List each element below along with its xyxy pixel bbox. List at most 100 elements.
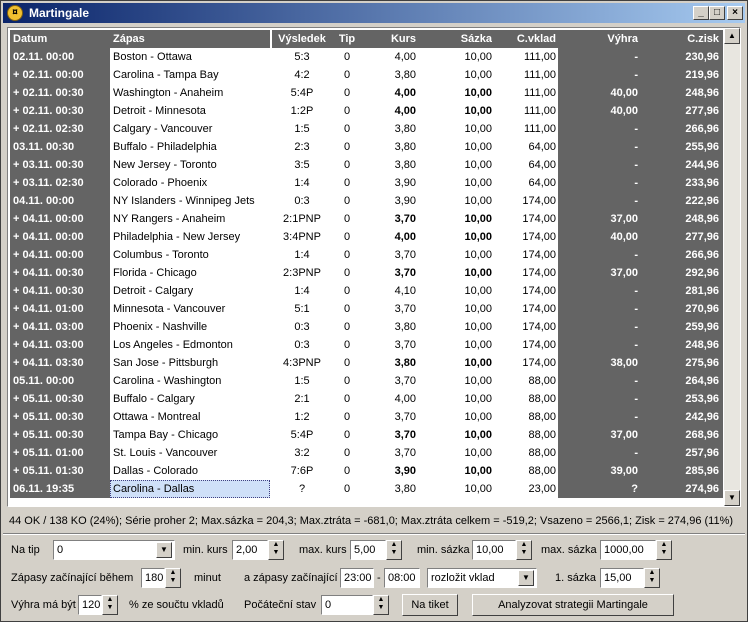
table-row[interactable]: + 03.11. 00:30 New Jersey - Toronto 3:5 0 3,… [10, 156, 723, 174]
table-row[interactable]: + 05.11. 00:30 Buffalo - Calgary 2:1 0 4,00 1… [10, 390, 723, 408]
table-row[interactable]: + 04.11. 03:00 Phoenix - Nashville 0:3 0 3,8… [10, 318, 723, 336]
cell-datum[interactable]: 04.11. 00:00 [10, 192, 110, 210]
table-row[interactable]: + 02.11. 02:30 Calgary - Vancouver 1:5 0 3,8… [10, 120, 723, 138]
cell-tip[interactable]: 0 [332, 372, 362, 390]
cell-zapas[interactable]: Ottawa - Montreal [110, 408, 270, 426]
cell-vyhra[interactable]: 39,00 [558, 462, 640, 480]
table-row[interactable]: + 05.11. 01:30 Dallas - Colorado 7:6P 0 3,90… [10, 462, 723, 480]
cell-cvklad[interactable]: 174,00 [492, 336, 558, 354]
cell-vyhra[interactable]: - [558, 138, 640, 156]
cell-vyhra[interactable]: - [558, 372, 640, 390]
cell-datum[interactable]: + 05.11. 01:30 [10, 462, 110, 480]
cell-zapas[interactable]: Colorado - Phoenix [110, 174, 270, 192]
cell-kurs[interactable]: 3,90 [362, 462, 416, 480]
cell-sazka[interactable]: 10,00 [416, 336, 492, 354]
cell-czisk[interactable]: 268,96 [640, 426, 723, 444]
cell-tip[interactable]: 0 [332, 210, 362, 228]
cell-tip[interactable]: 0 [332, 66, 362, 84]
cell-czisk[interactable]: 255,96 [640, 138, 723, 156]
cell-czisk[interactable]: 242,96 [640, 408, 723, 426]
cell-sazka[interactable]: 10,00 [416, 138, 492, 156]
cell-vysledek[interactable]: 4:3PNP [272, 354, 332, 372]
cell-tip[interactable]: 0 [332, 48, 362, 66]
cell-vysledek[interactable]: 1:2 [272, 408, 332, 426]
table-row[interactable]: + 04.11. 00:00 Columbus - Toronto 1:4 0 3,70… [10, 246, 723, 264]
cell-vyhra[interactable]: - [558, 48, 640, 66]
cell-czisk[interactable]: 285,96 [640, 462, 723, 480]
cell-datum[interactable]: + 05.11. 01:00 [10, 444, 110, 462]
cell-zapas[interactable]: NY Rangers - Anaheim [110, 210, 270, 228]
cell-sazka[interactable]: 10,00 [416, 444, 492, 462]
cell-kurs[interactable]: 3,80 [362, 318, 416, 336]
cell-sazka[interactable]: 10,00 [416, 390, 492, 408]
cell-cvklad[interactable]: 88,00 [492, 390, 558, 408]
cell-czisk[interactable]: 248,96 [640, 336, 723, 354]
cell-czisk[interactable]: 244,96 [640, 156, 723, 174]
cell-czisk[interactable]: 222,96 [640, 192, 723, 210]
cell-zapas[interactable]: Tampa Bay - Chicago [110, 426, 270, 444]
cell-tip[interactable]: 0 [332, 264, 362, 282]
cell-datum[interactable]: + 04.11. 03:00 [10, 336, 110, 354]
header-tip[interactable]: Tip [332, 30, 362, 48]
table-row[interactable]: + 02.11. 00:30 Detroit - Minnesota 1:2P 0 4,… [10, 102, 723, 120]
cell-tip[interactable]: 0 [332, 138, 362, 156]
cell-vysledek[interactable]: 0:3 [272, 192, 332, 210]
cell-czisk[interactable]: 266,96 [640, 246, 723, 264]
pocatecni-spinner-icon[interactable]: ▲ ▼ [373, 595, 389, 615]
chevron-down-icon[interactable]: ▼ [518, 570, 534, 586]
vertical-scrollbar[interactable]: ▲ ▼ [724, 28, 740, 506]
cell-kurs[interactable]: 4,00 [362, 390, 416, 408]
cell-zapas[interactable]: Detroit - Minnesota [110, 102, 270, 120]
cell-vyhra[interactable]: 40,00 [558, 228, 640, 246]
cell-cvklad[interactable]: 111,00 [492, 84, 558, 102]
cell-zapas[interactable]: Dallas - Colorado [110, 462, 270, 480]
cell-czisk[interactable]: 219,96 [640, 66, 723, 84]
cell-tip[interactable]: 0 [332, 426, 362, 444]
cell-datum[interactable]: + 02.11. 00:30 [10, 84, 110, 102]
table-row[interactable]: + 04.11. 03:00 Los Angeles - Edmonton 0:3 0… [10, 336, 723, 354]
table-row[interactable]: + 02.11. 00:30 Washington - Anaheim 5:4P 0 4… [10, 84, 723, 102]
cell-kurs[interactable]: 3,70 [362, 246, 416, 264]
cell-czisk[interactable]: 233,96 [640, 174, 723, 192]
maximize-button[interactable]: □ [709, 6, 725, 20]
cell-vysledek[interactable]: 2:1PNP [272, 210, 332, 228]
cell-czisk[interactable]: 277,96 [640, 102, 723, 120]
cell-zapas[interactable]: Los Angeles - Edmonton [110, 336, 270, 354]
cell-czisk[interactable]: 274,96 [640, 480, 723, 498]
cell-zapas[interactable]: Detroit - Calgary [110, 282, 270, 300]
cell-sazka[interactable]: 10,00 [416, 156, 492, 174]
cell-sazka[interactable]: 10,00 [416, 282, 492, 300]
min-sazka-spinner-icon[interactable]: ▲ ▼ [516, 540, 532, 560]
cell-kurs[interactable]: 4,00 [362, 48, 416, 66]
table-row[interactable]: + 04.11. 00:30 Florida - Chicago 2:3PNP 0 3,… [10, 264, 723, 282]
cell-vyhra[interactable]: - [558, 246, 640, 264]
cell-cvklad[interactable]: 111,00 [492, 66, 558, 84]
cell-zapas[interactable]: Carolina - Tampa Bay [110, 66, 270, 84]
cell-vyhra[interactable]: 40,00 [558, 102, 640, 120]
cell-datum[interactable]: + 04.11. 01:00 [10, 300, 110, 318]
cell-sazka[interactable]: 10,00 [416, 66, 492, 84]
cell-kurs[interactable]: 3,90 [362, 192, 416, 210]
table-row[interactable]: + 03.11. 02:30 Colorado - Phoenix 1:4 0 3,90… [10, 174, 723, 192]
max-sazka-input[interactable]: 1000,00 [600, 540, 656, 560]
cell-vyhra[interactable]: - [558, 318, 640, 336]
cell-tip[interactable]: 0 [332, 318, 362, 336]
cell-kurs[interactable]: 4,00 [362, 102, 416, 120]
cell-tip[interactable]: 0 [332, 282, 362, 300]
cell-czisk[interactable]: 248,96 [640, 84, 723, 102]
min-sazka-input[interactable]: 10,00 [472, 540, 516, 560]
cell-zapas[interactable]: NY Islanders - Winnipeg Jets [110, 192, 270, 210]
table-row[interactable]: 03.11. 00:30 Buffalo - Philadelphia 2:3 0 3,… [10, 138, 723, 156]
cell-datum[interactable]: 06.11. 19:35 [10, 480, 110, 498]
cell-zapas[interactable]: Buffalo - Calgary [110, 390, 270, 408]
cell-zapas[interactable]: Florida - Chicago [110, 264, 270, 282]
cell-czisk[interactable]: 275,96 [640, 354, 723, 372]
cell-tip[interactable]: 0 [332, 390, 362, 408]
cell-tip[interactable]: 0 [332, 246, 362, 264]
cell-tip[interactable]: 0 [332, 300, 362, 318]
cell-czisk[interactable]: 292,96 [640, 264, 723, 282]
cell-cvklad[interactable]: 174,00 [492, 264, 558, 282]
cell-sazka[interactable]: 10,00 [416, 228, 492, 246]
cell-cvklad[interactable]: 111,00 [492, 48, 558, 66]
cell-kurs[interactable]: 3,80 [362, 138, 416, 156]
